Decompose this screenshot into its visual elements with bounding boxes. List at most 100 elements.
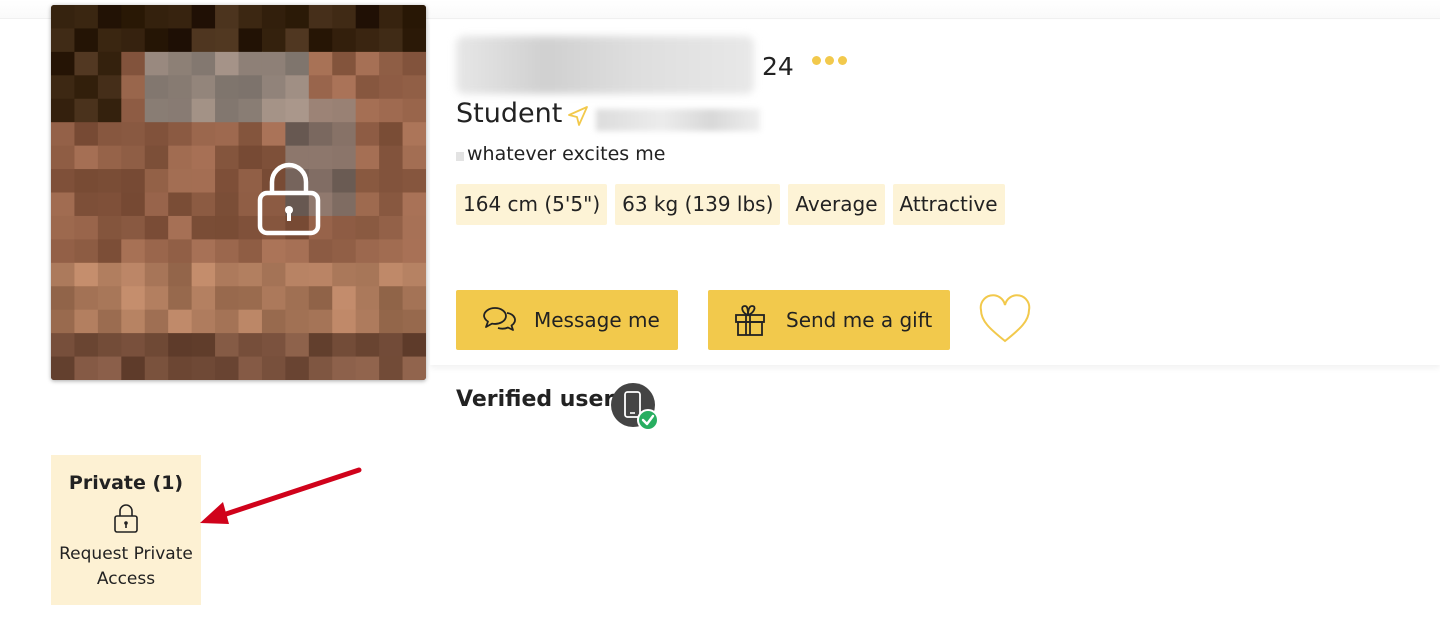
mosaic-tile xyxy=(51,286,76,311)
pixelated-photo xyxy=(51,5,426,380)
mosaic-tile xyxy=(379,5,404,30)
mosaic-tile xyxy=(402,28,426,53)
mosaic-tile xyxy=(355,5,380,30)
mosaic-tile xyxy=(215,215,240,240)
mosaic-tile xyxy=(191,5,216,30)
request-private-access-link[interactable]: Request Private Access xyxy=(51,542,201,592)
mosaic-tile xyxy=(51,98,76,123)
mosaic-tile xyxy=(51,309,76,334)
mosaic-tile xyxy=(355,28,380,53)
mosaic-tile xyxy=(168,239,193,264)
mosaic-tile xyxy=(168,75,193,100)
tag-weight: 63 kg (139 lbs) xyxy=(615,184,781,225)
mosaic-tile xyxy=(121,145,146,170)
mosaic-tile xyxy=(238,5,263,30)
mosaic-tile xyxy=(51,51,76,76)
mosaic-tile xyxy=(121,262,146,287)
mosaic-tile xyxy=(51,122,76,147)
message-me-button[interactable]: Message me xyxy=(456,290,678,350)
mosaic-tile xyxy=(402,309,426,334)
mosaic-tile xyxy=(168,215,193,240)
mosaic-tile xyxy=(285,28,310,53)
send-gift-button[interactable]: Send me a gift xyxy=(708,290,950,350)
mosaic-tile xyxy=(74,75,99,100)
mosaic-tile xyxy=(144,98,169,123)
mosaic-tile xyxy=(51,215,76,240)
mosaic-tile xyxy=(121,309,146,334)
mosaic-tile xyxy=(191,75,216,100)
mosaic-tile xyxy=(379,145,404,170)
mosaic-tile xyxy=(402,98,426,123)
mosaic-tile xyxy=(215,262,240,287)
mosaic-tile xyxy=(402,262,426,287)
tagline: whatever excites me xyxy=(456,143,665,165)
mosaic-tile xyxy=(51,28,76,53)
mosaic-tile xyxy=(97,215,122,240)
lock-icon xyxy=(114,504,138,533)
profile-photo[interactable] xyxy=(51,5,426,380)
tag-body-type: Average xyxy=(788,184,885,225)
mosaic-tile xyxy=(285,75,310,100)
mosaic-tile xyxy=(332,98,357,123)
occupation: Student xyxy=(456,98,563,129)
mosaic-tile xyxy=(285,5,310,30)
mosaic-tile xyxy=(121,215,146,240)
mosaic-tile xyxy=(308,5,333,30)
mosaic-tile xyxy=(168,51,193,76)
mosaic-tile xyxy=(215,192,240,217)
mosaic-tile xyxy=(121,28,146,53)
mosaic-tile xyxy=(74,98,99,123)
more-dots-icon[interactable] xyxy=(812,52,856,68)
mosaic-tile xyxy=(355,356,380,380)
mosaic-tile xyxy=(285,98,310,123)
mosaic-tile xyxy=(144,5,169,30)
mosaic-tile xyxy=(308,75,333,100)
mosaic-tile xyxy=(144,51,169,76)
mosaic-tile xyxy=(144,309,169,334)
mosaic-tile xyxy=(144,169,169,194)
mosaic-tile xyxy=(238,75,263,100)
mosaic-tile xyxy=(402,51,426,76)
mosaic-tile xyxy=(308,98,333,123)
mosaic-tile xyxy=(402,192,426,217)
mosaic-tile xyxy=(215,75,240,100)
mosaic-tile xyxy=(97,239,122,264)
mosaic-tile xyxy=(355,98,380,123)
mosaic-tile xyxy=(121,286,146,311)
mosaic-tile xyxy=(144,192,169,217)
mosaic-tile xyxy=(215,333,240,358)
mosaic-tile xyxy=(308,122,333,147)
mosaic-tile xyxy=(379,192,404,217)
mosaic-tile xyxy=(74,262,99,287)
mosaic-tile xyxy=(168,309,193,334)
mosaic-tile xyxy=(308,333,333,358)
mosaic-tile xyxy=(261,28,286,53)
mosaic-tile xyxy=(74,5,99,30)
mosaic-tile xyxy=(168,28,193,53)
gift-icon xyxy=(735,305,765,336)
mosaic-tile xyxy=(121,333,146,358)
mosaic-tile xyxy=(402,145,426,170)
mosaic-tile xyxy=(215,5,240,30)
mosaic-tile xyxy=(168,145,193,170)
mosaic-tile xyxy=(215,122,240,147)
mosaic-tile xyxy=(355,333,380,358)
mosaic-tile xyxy=(332,75,357,100)
mosaic-tile xyxy=(215,145,240,170)
private-album-title: Private (1) xyxy=(68,472,184,494)
mosaic-tile xyxy=(97,28,122,53)
mosaic-tile xyxy=(238,333,263,358)
mosaic-tile xyxy=(261,239,286,264)
mosaic-tile xyxy=(97,286,122,311)
mosaic-tile xyxy=(51,75,76,100)
heart-outline-icon[interactable] xyxy=(978,293,1032,345)
mosaic-tile xyxy=(191,192,216,217)
mosaic-tile xyxy=(144,28,169,53)
mosaic-tile xyxy=(332,145,357,170)
mosaic-tile xyxy=(191,145,216,170)
mosaic-tile xyxy=(97,122,122,147)
mosaic-tile xyxy=(379,28,404,53)
mosaic-tile xyxy=(379,333,404,358)
mosaic-tile xyxy=(144,356,169,380)
mosaic-tile xyxy=(355,262,380,287)
